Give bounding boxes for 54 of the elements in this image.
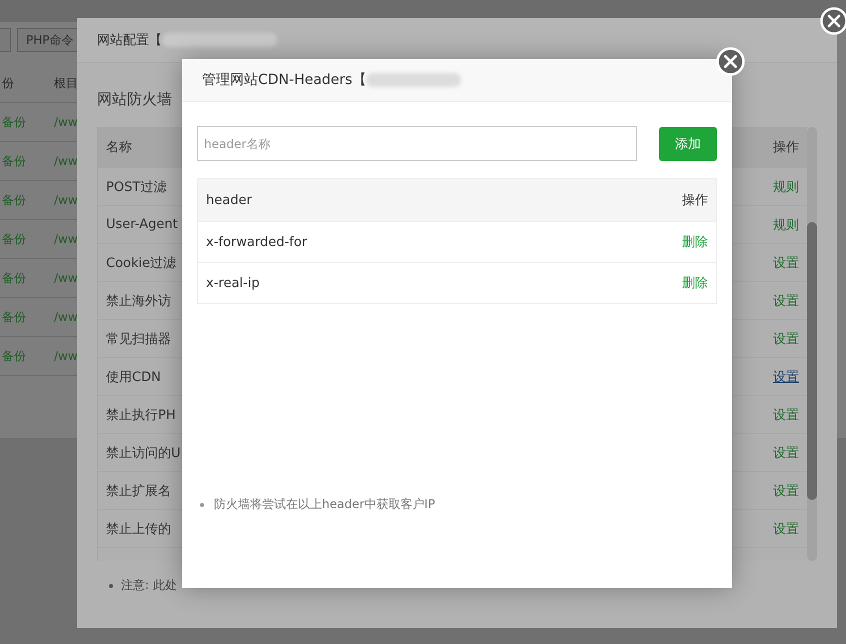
table-cell: /ww (54, 115, 77, 129)
delete-link[interactable]: 删除 (682, 233, 708, 251)
table-cell-text: 禁止执行PH (106, 406, 176, 424)
table-cell: /ww (54, 271, 77, 285)
table-cell-text: 禁止扩展名 (106, 482, 171, 500)
table-cell-text: 禁止海外访 (106, 292, 171, 310)
action-link[interactable]: 设置 (773, 330, 799, 348)
add-button[interactable]: 添加 (659, 126, 717, 160)
table-cell: /ww (54, 193, 77, 207)
table-cell-text: 使用CDN (106, 368, 161, 386)
input-field[interactable]: header名称 (197, 126, 637, 161)
table-cell-text: POST过滤 (106, 178, 166, 196)
backup-link[interactable]: 备份 (2, 348, 54, 364)
action-link[interactable]: 规则 (773, 178, 799, 196)
table-cell-text: Cookie过滤 (106, 254, 176, 272)
column-header: 根目 (54, 74, 77, 92)
action-link[interactable]: 设置 (773, 406, 799, 424)
column-header: header (206, 192, 252, 208)
delete-link[interactable]: 删除 (682, 274, 708, 292)
table-cell: x-forwarded-for (206, 234, 308, 250)
table-cell: /ww (54, 154, 77, 168)
action-link[interactable]: 设置 (773, 368, 799, 386)
table-cell: /ww (54, 349, 77, 363)
backup-link[interactable]: 备份 (2, 114, 54, 130)
note-text: 注意: 此处 (121, 577, 177, 594)
table-cell-text: 禁止上传的 (106, 520, 171, 538)
dialog-title: 网站配置【 (97, 32, 162, 49)
backup-link[interactable]: 备份 (2, 152, 54, 170)
backup-link[interactable]: 备份 (2, 270, 54, 286)
scrollbar[interactable] (807, 127, 817, 561)
table-cell-text: 禁止访问的U (106, 444, 181, 462)
dialog-title: 管理网站CDN-Headers【 (202, 71, 366, 89)
section-title: 网站防火墙 (97, 89, 173, 109)
table-cell: x-real-ip (206, 276, 260, 290)
scrollbar-thumb[interactable] (807, 222, 817, 500)
note-text: 防火墙将尝试在以上header中获取客户IP (214, 496, 436, 513)
action-link[interactable]: 设置 (773, 520, 799, 538)
action-link[interactable]: 规则 (773, 216, 799, 234)
column-header: 操作 (773, 139, 799, 156)
backup-link[interactable]: 备份 (2, 308, 54, 326)
column-header: 份 (2, 74, 15, 92)
action-link[interactable]: 设置 (773, 444, 799, 462)
action-link[interactable]: 设置 (773, 482, 799, 500)
table-cell: User-Agent (106, 217, 178, 232)
table-cell-text: 常见扫描器 (106, 330, 171, 348)
action-link[interactable]: 设置 (773, 254, 799, 272)
backup-link[interactable]: 备份 (2, 230, 54, 248)
table-cell: /ww (54, 310, 77, 324)
close-icon[interactable] (820, 7, 846, 35)
column-header: 操作 (682, 192, 708, 209)
table-cell: /ww (54, 232, 77, 246)
column-header: 名称 (106, 139, 132, 156)
action-link[interactable]: 设置 (773, 292, 799, 310)
backup-link[interactable]: 备份 (2, 192, 54, 208)
